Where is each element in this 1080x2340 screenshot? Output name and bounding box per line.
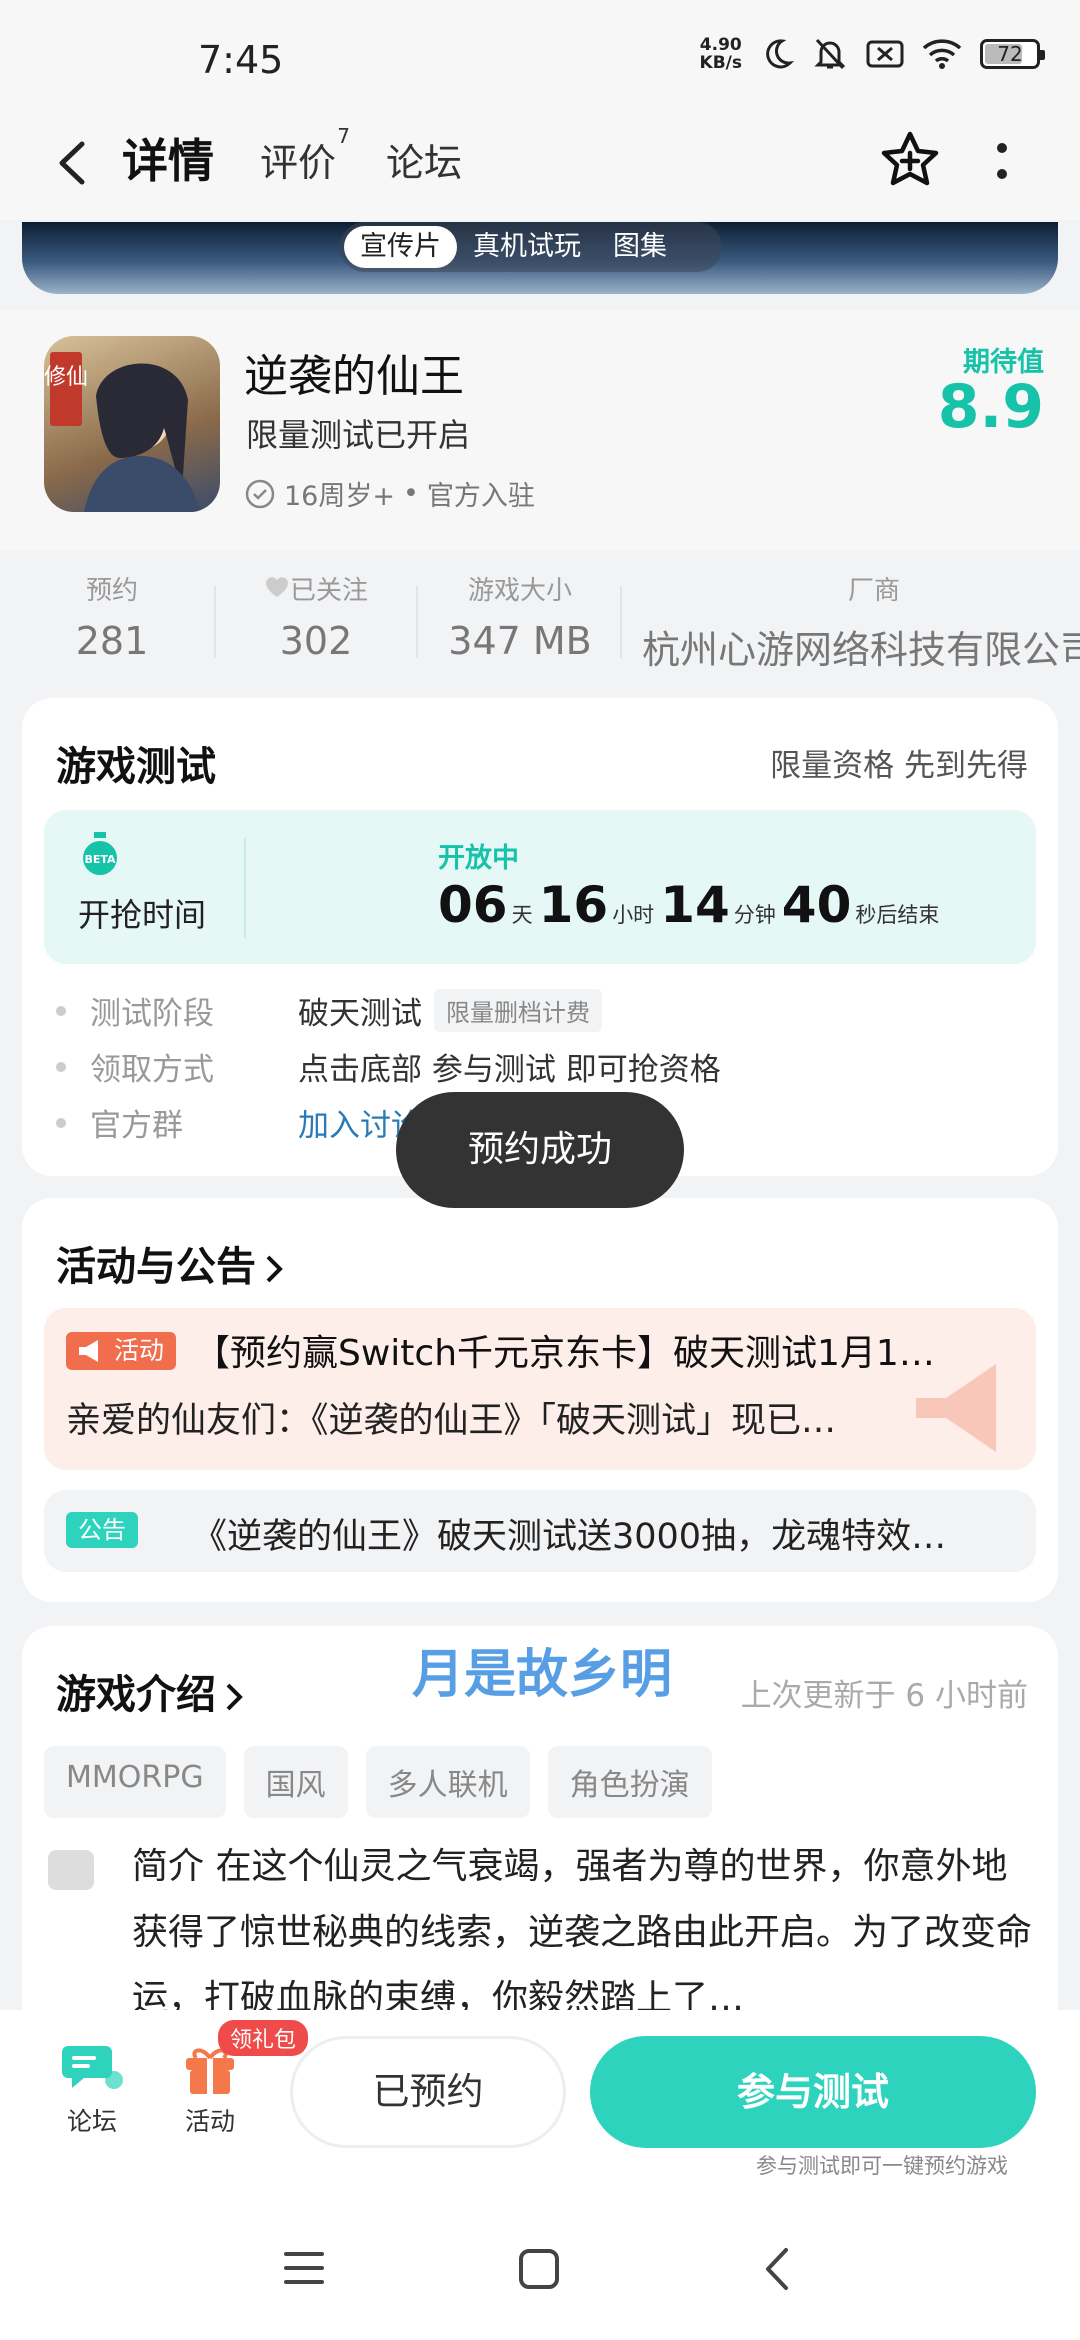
- heart-icon: [265, 577, 288, 597]
- notice-title: 《逆袭的仙王》破天测试送3000抽，龙魂特效…: [192, 1517, 947, 1557]
- wifi-icon: [922, 39, 962, 69]
- moon-icon: [766, 39, 794, 69]
- top-nav: 详情 评价 7 论坛: [0, 110, 1080, 220]
- megaphone-icon: [79, 1340, 98, 1362]
- back-arrow-icon[interactable]: [52, 138, 92, 188]
- tag-mmorpg[interactable]: MMORPG: [44, 1746, 226, 1818]
- review-count: 7: [337, 124, 351, 148]
- intro-text[interactable]: 简介 在这个仙灵之气衰竭，强者为尊的世界，你意外地获得了惊世秘典的线索，逆袭之路…: [132, 1834, 1032, 2032]
- activity-desc: 亲爱的仙友们：《逆袭的仙王》「破天测试」现已…: [66, 1401, 837, 1441]
- game-meta: 16周岁+ • 官方入驻: [244, 474, 535, 513]
- stage-tag: 限量删档计费: [434, 989, 602, 1032]
- media-tab-gameplay[interactable]: 真机试玩: [457, 226, 597, 268]
- svg-text:修仙: 修仙: [44, 365, 88, 390]
- tab-reviews[interactable]: 评价 7: [260, 124, 350, 187]
- tag-multiplayer[interactable]: 多人联机: [365, 1746, 530, 1818]
- test-title: 游戏测试: [56, 744, 216, 790]
- status-time: 7:45: [198, 38, 284, 82]
- chevron-right-icon: [226, 1683, 243, 1711]
- claim-method-row: 领取方式 点击底部 参与测试 即可抢资格: [56, 1044, 721, 1089]
- game-icon: 修仙: [44, 336, 220, 512]
- tag-guofeng[interactable]: 国风: [243, 1746, 348, 1818]
- media-tabs: 宣传片 真机试玩 图集: [340, 222, 722, 272]
- intro-doc-icon: [48, 1850, 94, 1890]
- join-hint-text: 参与测试即可一键预约游戏: [756, 2154, 1008, 2178]
- activity-badge: 活动: [66, 1332, 177, 1370]
- no-sim-icon: [866, 40, 904, 68]
- stat-reservations: 预约 281: [75, 576, 149, 663]
- status-icons: 4.90 KB/s 72: [699, 35, 1045, 73]
- media-tab-gallery[interactable]: 图集: [597, 226, 683, 268]
- net-speed: 4.90 KB/s: [699, 35, 742, 73]
- verified-check-icon: [245, 479, 275, 508]
- expectation-score: 8.9: [937, 372, 1044, 442]
- beta-stopwatch-icon: BETA: [83, 832, 117, 875]
- intro-title-link[interactable]: 游戏介绍: [56, 1662, 246, 1720]
- grab-time-label: 开抢时间: [78, 896, 207, 934]
- tag-rpg[interactable]: 角色扮演: [547, 1746, 712, 1818]
- mute-bell-icon: [814, 38, 846, 70]
- toast-message: 预约成功: [396, 1092, 684, 1208]
- bottom-action-bar: 论坛 活动 领礼包 已预约 参与测试 参与测试即可一键预约游戏: [0, 2010, 1080, 2200]
- tab-forum[interactable]: 论坛: [386, 132, 462, 187]
- status-bar: 7:45 4.90 KB/s 72: [0, 0, 1080, 110]
- official-group-row: 官方群 加入讨论: [56, 1100, 422, 1145]
- game-header: 修仙 逆袭的仙王 限量测试已开启 16周岁+ • 官方入驻 期待值 8.9: [0, 310, 1080, 550]
- test-stage-row: 测试阶段 破天测试 限量删档计费: [56, 988, 602, 1033]
- age-rating: 16周岁+: [284, 481, 395, 512]
- gift-pack-badge: 领礼包: [218, 2020, 309, 2056]
- news-title-link[interactable]: 活动与公告: [56, 1234, 286, 1292]
- official-label: 官方入驻: [426, 481, 535, 512]
- intro-tags: MMORPG 国风 多人联机 角色扮演: [44, 1746, 712, 1818]
- chevron-right-icon: [266, 1255, 283, 1283]
- home-icon[interactable]: [518, 2248, 560, 2290]
- activity-title: 【预约赢Switch千元京东卡】破天测试1月1…: [194, 1333, 935, 1374]
- notice-badge: 公告: [66, 1512, 138, 1548]
- back-icon[interactable]: [762, 2246, 792, 2292]
- more-menu-icon[interactable]: [996, 140, 1008, 184]
- stat-size: 游戏大小 347 MB: [448, 576, 592, 663]
- battery-indicator: 72: [980, 39, 1045, 69]
- beta-countdown-box: BETA 开抢时间 开放中 06 天 16 小时 14 分钟 40 秒后结束: [44, 810, 1036, 964]
- test-qualification-note: 限量资格 先到先得: [770, 748, 1028, 784]
- open-status: 开放中: [438, 843, 519, 874]
- stat-followers: 已关注 302: [246, 570, 386, 663]
- intro-updated: 上次更新于 6 小时前: [740, 1678, 1028, 1714]
- system-nav-bar: [0, 2200, 1080, 2340]
- reserved-button[interactable]: 已预约: [290, 2036, 566, 2148]
- media-tab-trailer[interactable]: 宣传片: [344, 226, 457, 268]
- activity-item[interactable]: 活动 【预约赢Switch千元京东卡】破天测试1月1… 亲爱的仙友们：《逆袭的仙…: [44, 1308, 1036, 1470]
- stats-row: 预约 281 已关注 302 游戏大小 347 MB 厂商 杭州心游网络科技有限…: [0, 550, 1080, 680]
- tab-details[interactable]: 详情: [118, 125, 218, 191]
- bottom-forum-button[interactable]: 论坛: [60, 2040, 124, 2138]
- game-subtitle: 限量测试已开启: [246, 416, 471, 454]
- join-test-button[interactable]: 参与测试: [590, 2036, 1036, 2148]
- forum-chat-icon: [62, 2046, 123, 2089]
- news-card: 活动与公告 活动 【预约赢Switch千元京东卡】破天测试1月1… 亲爱的仙友们…: [22, 1198, 1058, 1602]
- notice-item[interactable]: 公告 《逆袭的仙王》破天测试送3000抽，龙魂特效…: [44, 1490, 1036, 1572]
- stat-developer[interactable]: 厂商 杭州心游网络科技有限公司: [642, 570, 1080, 674]
- watermark-text: 月是故乡明: [412, 1645, 673, 1705]
- countdown: 06 天 16 小时 14 分钟 40 秒后结束: [438, 876, 940, 934]
- favorite-star-icon[interactable]: [878, 128, 942, 192]
- svg-text:BETA: BETA: [84, 853, 116, 866]
- game-title: 逆袭的仙王: [244, 351, 464, 402]
- menu-icon[interactable]: [284, 2248, 324, 2288]
- activity-decor-icon: [916, 1364, 996, 1452]
